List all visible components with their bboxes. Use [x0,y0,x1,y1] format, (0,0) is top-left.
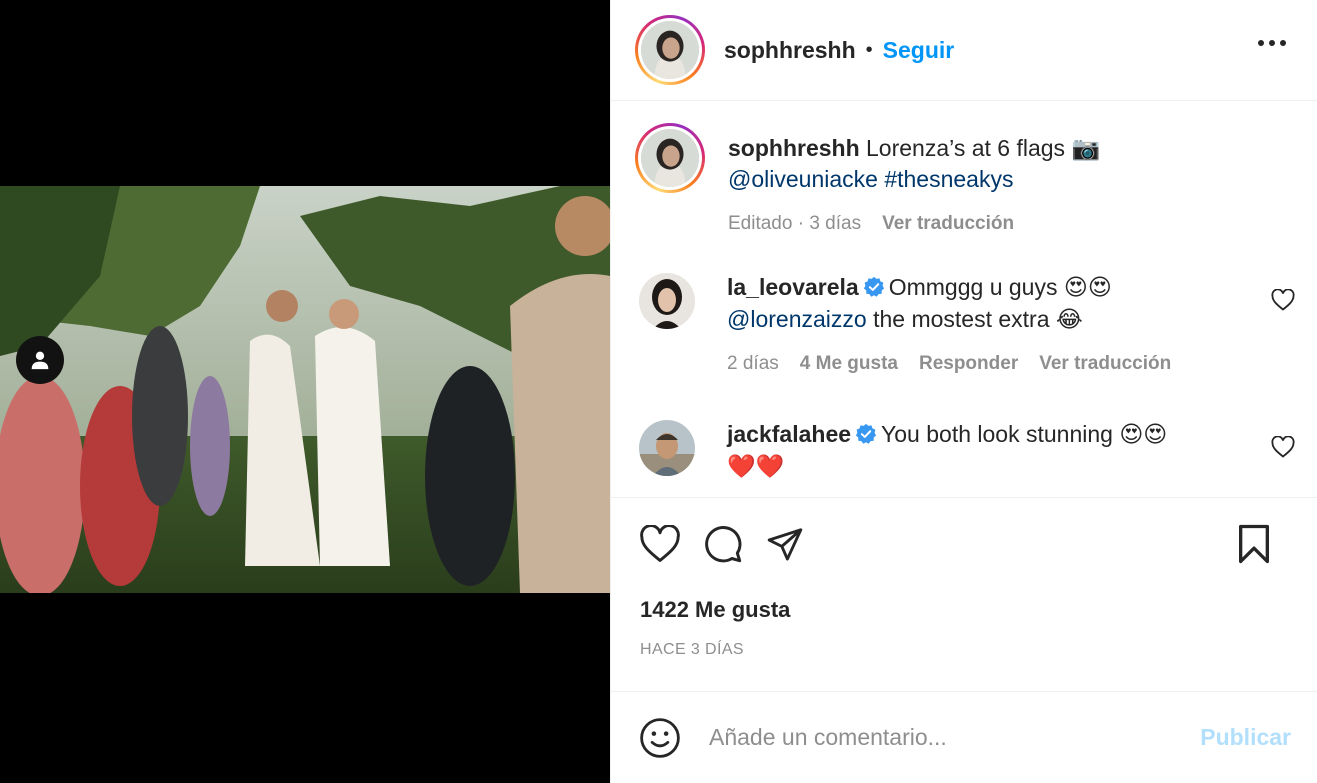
caption-username[interactable]: sophhreshh [728,135,860,161]
avatar[interactable] [639,420,695,476]
comment-text-continued: ❤️❤️ [727,453,785,479]
post-username[interactable]: sophhreshh [724,37,856,64]
post-details-panel: sophhreshh • Seguir sophhreshh Lorenza’s… [610,0,1317,783]
comments-list[interactable]: sophhreshh Lorenza’s at 6 flags 📷 @olive… [611,101,1317,498]
like-comment-icon[interactable] [1271,435,1295,463]
comment-item: jackfalahee You both look stunning 😍😍 ❤️❤… [639,418,1299,482]
avatar[interactable] [639,273,695,329]
story-ring[interactable] [635,15,705,85]
action-bar [639,520,1293,568]
comment-item: la_leovarela Ommggg u guys 😍😍 @lorenzaizz… [639,271,1299,380]
post-photo[interactable] [0,186,610,593]
media-pane [0,0,610,783]
wedding-photo [0,186,610,593]
comment-username[interactable]: la_leovarela [727,274,859,300]
avatar [641,129,699,187]
tagged-users-button[interactable] [16,336,64,384]
comment-text-continued: the mostest extra 😂 [873,306,1083,332]
avatar [641,21,699,79]
caption-edited-time: Editado · 3 días [728,213,862,234]
like-comment-icon[interactable] [1271,288,1295,316]
caption-hashtag[interactable]: #thesneakys [884,166,1013,192]
more-options-icon[interactable] [1257,34,1287,52]
reply-button[interactable]: Responder [919,348,1018,380]
comment-input[interactable] [709,724,1201,751]
verified-badge-icon [863,276,884,297]
follow-button[interactable]: Seguir [883,37,955,64]
comment-translate-link[interactable]: Ver traducción [1039,348,1171,380]
comment-mention[interactable]: @lorenzaizzo [727,306,867,332]
save-bookmark-icon[interactable] [1237,524,1271,564]
emoji-picker-icon[interactable] [639,717,681,759]
caption-translate-link[interactable]: Ver traducción [882,208,1014,239]
verified-badge-icon [855,423,877,444]
comment-icon[interactable] [703,524,743,564]
caption-text: Lorenza’s at 6 flags 📷 [866,135,1101,161]
post-modal: sophhreshh • Seguir sophhreshh Lorenza’s… [0,0,1317,783]
caption-mention[interactable]: @oliveuniacke [728,166,878,192]
separator-dot: • [865,38,873,61]
like-icon[interactable] [639,525,681,563]
comment-time: 2 días [727,353,779,374]
caption-story-ring[interactable] [635,123,705,193]
comment-text: Ommggg u guys 😍😍 [888,274,1112,300]
add-comment-bar: Publicar [611,691,1317,783]
post-caption: sophhreshh Lorenza’s at 6 flags 📷 @olive… [635,123,1288,239]
comment-username[interactable]: jackfalahee [727,421,851,447]
likes-count[interactable]: 1422 Me gusta [640,597,790,623]
share-icon[interactable] [765,525,805,563]
comment-text: You both look stunning 😍😍 [881,421,1168,447]
post-time: HACE 3 DÍAS [640,641,744,658]
comment-likes-link[interactable]: 4 Me gusta [800,348,898,380]
user-icon [31,351,49,370]
post-header: sophhreshh • Seguir [611,0,1317,101]
publish-button[interactable]: Publicar [1200,724,1291,751]
